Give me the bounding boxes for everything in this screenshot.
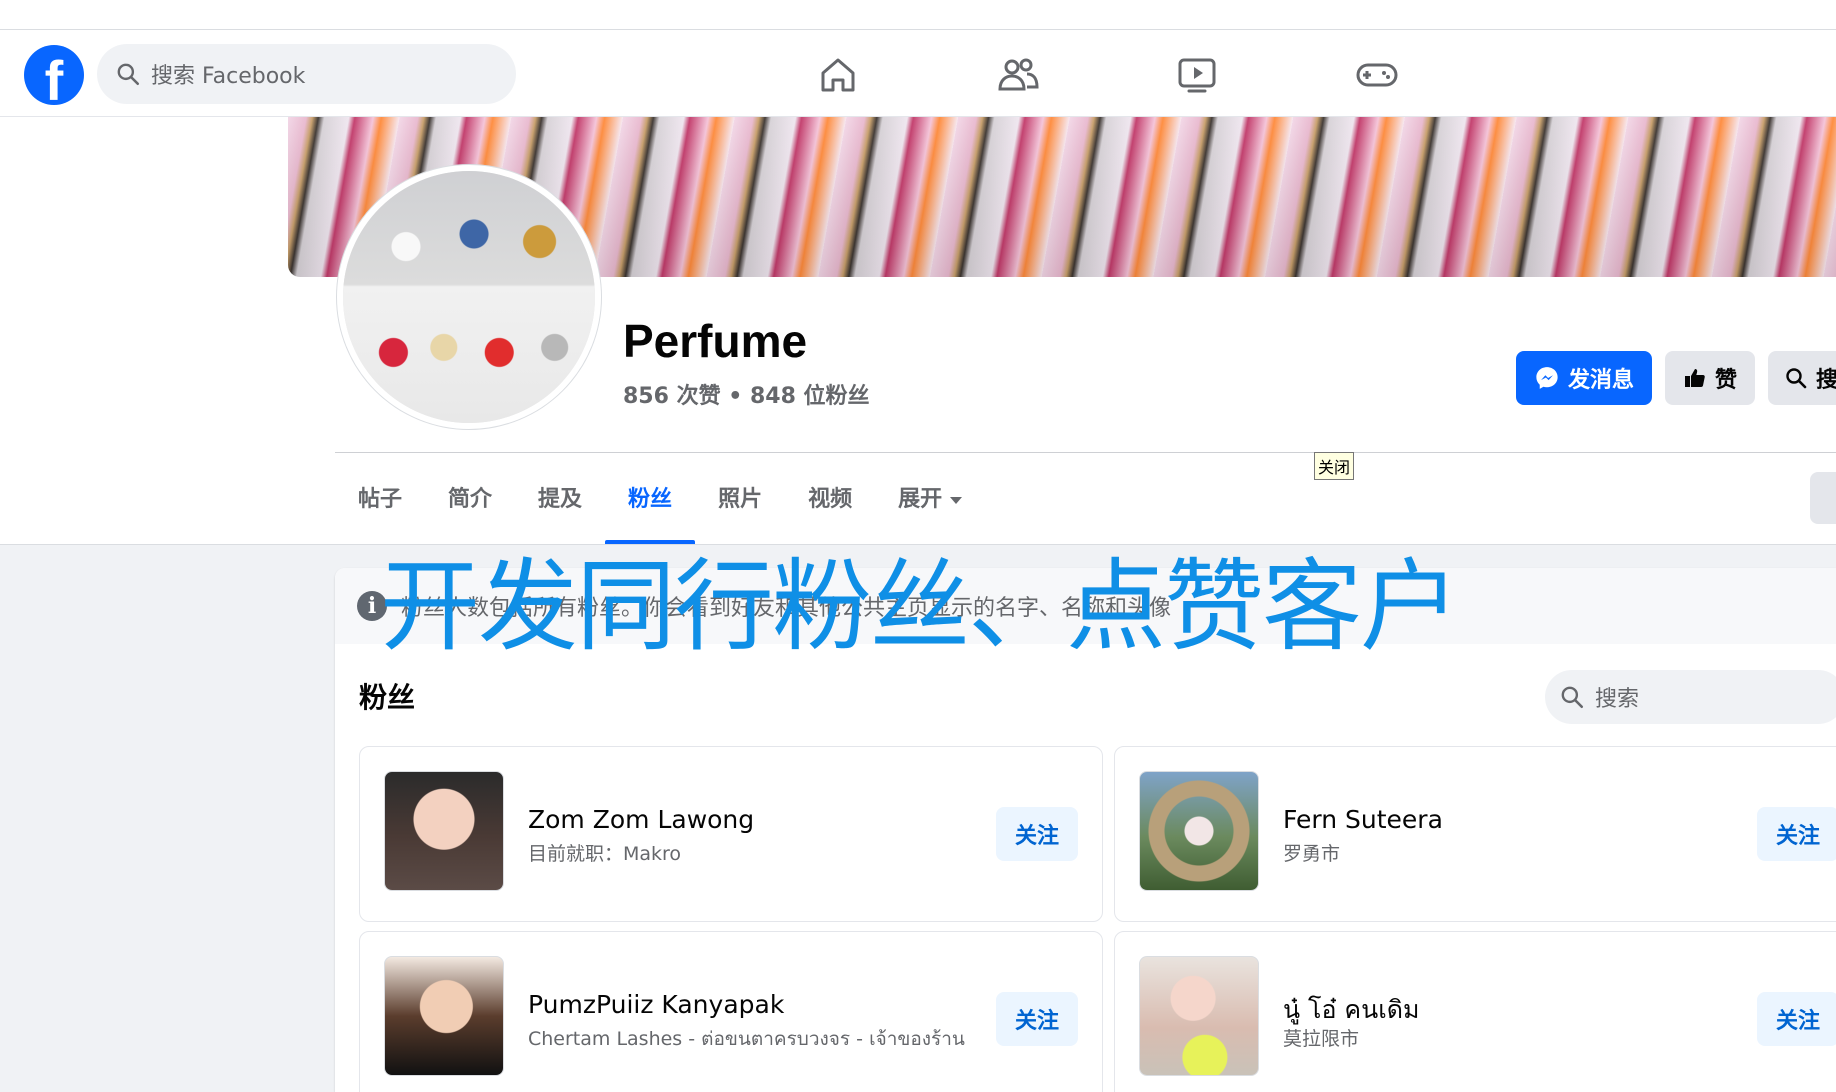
close-tooltip: 关闭 — [1314, 452, 1355, 480]
gaming-icon[interactable] — [1353, 51, 1401, 99]
home-icon[interactable] — [814, 51, 862, 99]
browser-top-strip — [0, 0, 1836, 30]
follow-button[interactable]: 关注 — [1757, 807, 1836, 861]
follower-card: Zom Zom Lawong 目前就职：Makro 关注 — [359, 746, 1103, 922]
page-search-button[interactable]: 搜 — [1768, 351, 1836, 405]
follower-name[interactable]: Zom Zom Lawong — [528, 805, 754, 834]
follower-subtitle: 莫拉限市 — [1283, 1028, 1360, 1050]
follow-button[interactable]: 关注 — [996, 807, 1078, 861]
search-placeholder: 搜索 Facebook — [151, 64, 306, 89]
search-icon — [117, 63, 140, 86]
follower-avatar[interactable] — [1139, 956, 1259, 1076]
promo-overlay-text: 开发同行粉丝、点赞客户 — [380, 548, 1460, 665]
follower-avatar[interactable] — [384, 956, 504, 1076]
follower-card: นู๋ โอ๋ คนเดิม 莫拉限市 关注 — [1114, 931, 1836, 1092]
follower-name[interactable]: Fern Suteera — [1283, 805, 1443, 834]
followers-search-placeholder: 搜索 — [1595, 687, 1640, 712]
followers-search-input[interactable]: 搜索 — [1545, 670, 1836, 724]
follow-button[interactable]: 关注 — [996, 992, 1078, 1046]
page-avatar[interactable] — [337, 165, 601, 429]
page-search-button-label: 搜 — [1816, 368, 1836, 393]
message-button[interactable]: 发消息 — [1516, 351, 1652, 405]
message-button-label: 发消息 — [1567, 368, 1634, 393]
header-divider — [335, 452, 1836, 453]
followers-section-title: 粉丝 — [359, 681, 416, 714]
follower-avatar[interactable] — [1139, 771, 1259, 891]
top-navigation-bar: f 搜索 Facebook — [0, 31, 1836, 117]
follower-subtitle: Chertam Lashes - ต่อขนตาครบวงจร - เจ้าขอ… — [528, 1028, 965, 1050]
watch-icon[interactable] — [1173, 51, 1221, 99]
search-icon — [1561, 686, 1584, 709]
more-options-button[interactable] — [1810, 472, 1836, 524]
like-button-label: 赞 — [1714, 368, 1737, 393]
friends-icon[interactable] — [994, 51, 1042, 99]
global-search-input[interactable]: 搜索 Facebook — [97, 44, 516, 104]
tab-more-label: 展开 — [898, 487, 943, 512]
search-icon — [1786, 368, 1807, 389]
follower-name[interactable]: PumzPuiiz Kanyapak — [528, 990, 784, 1019]
follower-subtitle: 罗勇市 — [1283, 843, 1341, 865]
follow-button[interactable]: 关注 — [1757, 992, 1836, 1046]
thumbs-up-icon — [1684, 369, 1705, 387]
like-button[interactable]: 赞 — [1665, 351, 1755, 405]
page-stats[interactable]: 856 次赞 • 848 位粉丝 — [623, 378, 870, 410]
caret-down-icon — [950, 496, 963, 504]
facebook-logo-icon[interactable]: f — [24, 45, 84, 105]
follower-subtitle: 目前就职：Makro — [528, 843, 682, 865]
follower-card: Fern Suteera 罗勇市 关注 — [1114, 746, 1836, 922]
follower-avatar[interactable] — [384, 771, 504, 891]
messenger-icon — [1536, 367, 1558, 389]
page-title: Perfume — [623, 315, 808, 367]
follower-card: PumzPuiiz Kanyapak Chertam Lashes - ต่อข… — [359, 931, 1103, 1092]
